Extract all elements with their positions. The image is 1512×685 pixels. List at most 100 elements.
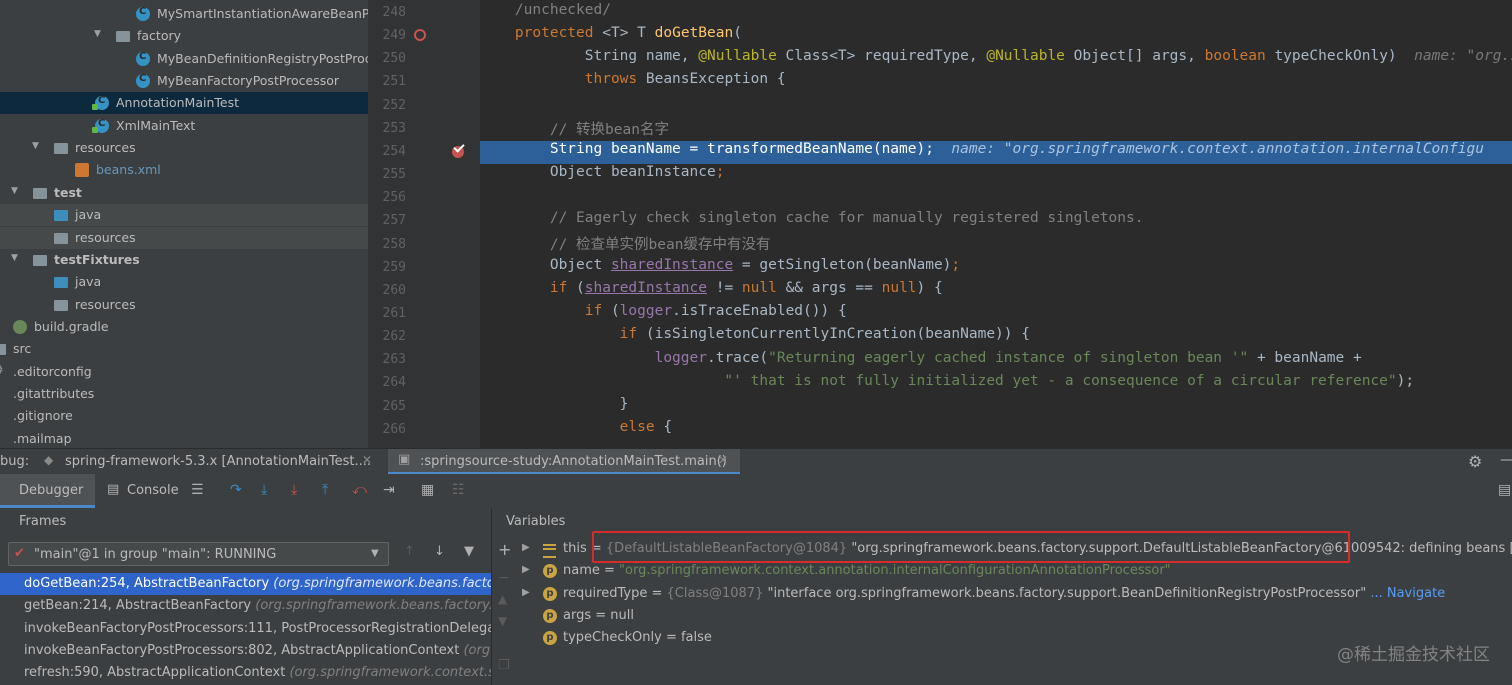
chevron-down-icon[interactable]: ▼ bbox=[11, 253, 23, 263]
code-line-249[interactable]: protected <T> T doGetBean( bbox=[480, 25, 1512, 48]
folder-icon bbox=[0, 344, 6, 356]
run-to-cursor-icon[interactable]: ⇥ bbox=[383, 482, 395, 498]
parameter-icon: p bbox=[543, 608, 557, 623]
chevron-down-icon[interactable]: ▼ bbox=[32, 141, 44, 151]
code-line-250[interactable]: String name, @Nullable Class<T> required… bbox=[480, 48, 1512, 71]
variable-name: args bbox=[563, 607, 592, 623]
tree-item[interactable]: .gitignore bbox=[0, 405, 368, 427]
config-icon: ⚙ bbox=[0, 363, 6, 378]
stack-frame[interactable]: getBean:214, AbstractBeanFactory (org.sp… bbox=[0, 595, 491, 617]
tree-item-label: build.gradle bbox=[34, 318, 109, 334]
variable-row[interactable]: p args = null bbox=[492, 606, 1512, 628]
resources-folder-icon bbox=[54, 232, 68, 244]
tree-item[interactable]: src bbox=[0, 338, 368, 360]
tree-item-label: .gitattributes bbox=[13, 385, 95, 401]
tree-item[interactable]: ▼ resources bbox=[0, 137, 368, 159]
code-line-255[interactable]: Object beanInstance; bbox=[480, 164, 1512, 187]
force-step-into-icon[interactable]: ⤓ bbox=[291, 482, 297, 498]
chevron-down-icon[interactable]: ▼ bbox=[11, 186, 23, 196]
tree-item[interactable]: ⚙ .editorconfig bbox=[0, 361, 368, 383]
code-line-263[interactable]: logger.trace("Returning eagerly cached i… bbox=[480, 350, 1512, 373]
tree-item[interactable]: resources bbox=[0, 294, 368, 316]
code-line-264[interactable]: "' that is not fully initialized yet - a… bbox=[480, 373, 1512, 396]
tree-item[interactable]: AnnotationMainTest bbox=[0, 92, 368, 115]
gear-icon[interactable]: ⚙ bbox=[1468, 452, 1482, 471]
tree-item-label: src bbox=[13, 341, 32, 357]
stack-frame[interactable]: doGetBean:254, AbstractBeanFactory (org.… bbox=[0, 573, 491, 595]
tree-item[interactable]: ▼ testFixtures bbox=[0, 249, 368, 271]
tab-annotation-main-test[interactable]: ▣ :springsource-study:AnnotationMainTest… bbox=[388, 449, 740, 475]
code-line-251[interactable]: throws BeansException { bbox=[480, 71, 1512, 94]
stack-frame[interactable]: refresh:590, AbstractApplicationContext … bbox=[0, 662, 491, 684]
tree-item[interactable]: java bbox=[0, 271, 368, 293]
tab-debugger[interactable]: Debugger bbox=[0, 474, 95, 508]
line-number: 250 bbox=[382, 51, 406, 67]
code-line-258[interactable]: // 检查单实例bean缓存中有没有 bbox=[480, 233, 1512, 256]
code-line-259[interactable]: Object sharedInstance = getSingleton(bea… bbox=[480, 257, 1512, 280]
tree-item[interactable]: MyBeanFactoryPostProcessor bbox=[0, 70, 368, 92]
file-icon bbox=[0, 432, 6, 446]
tree-item[interactable]: MyBeanDefinitionRegistryPostProc bbox=[0, 48, 368, 70]
line-number: 259 bbox=[382, 259, 406, 275]
code-line-248[interactable]: /unchecked/ bbox=[480, 2, 1512, 25]
step-over-icon[interactable]: ↷ bbox=[230, 482, 242, 498]
drop-frame-icon[interactable]: ⤺ bbox=[352, 482, 367, 498]
variable-row[interactable]: ▶ p name = "org.springframework.context.an… bbox=[492, 561, 1512, 583]
tree-item[interactable]: .mailmap bbox=[0, 428, 368, 448]
code-line-265[interactable]: } bbox=[480, 396, 1512, 419]
code-line-260[interactable]: if (sharedInstance != null && args == nu… bbox=[480, 280, 1512, 303]
gradle-icon bbox=[13, 319, 27, 334]
thread-selector[interactable]: ✔ "main"@1 in group "main": RUNNING ▼ bbox=[8, 542, 389, 566]
code-line-261[interactable]: if (logger.isTraceEnabled()) { bbox=[480, 303, 1512, 326]
chevron-down-icon[interactable]: ▼ bbox=[94, 29, 106, 39]
copy-icon[interactable]: ❐ bbox=[498, 658, 510, 673]
debugger-toolbar: Debugger ▤ Console ☰ ↷ ⤓ ⤓ ⤒ ⤺ ⇥ ▦ ☷ ▤ bbox=[0, 474, 1512, 509]
tree-item[interactable]: resources bbox=[0, 226, 368, 249]
tab-spring-framework[interactable]: spring-framework-5.3.x [AnnotationMainTe… bbox=[65, 454, 371, 469]
project-tree[interactable]: MySmartInstantiationAwareBeanPc ▼ factory M… bbox=[0, 0, 368, 448]
code-line-266[interactable]: else { bbox=[480, 419, 1512, 442]
tree-item[interactable]: XmlMainText bbox=[0, 115, 368, 137]
stack-frame[interactable]: invokeBeanFactoryPostProcessors:111, Pos… bbox=[0, 618, 491, 640]
step-into-icon[interactable]: ⤓ bbox=[261, 482, 267, 498]
show-execution-point-icon[interactable]: ☰ bbox=[191, 482, 204, 498]
filter-icon[interactable]: ▼ bbox=[464, 544, 474, 559]
step-out-icon[interactable]: ⤒ bbox=[322, 482, 328, 498]
close-icon[interactable]: ✕ bbox=[362, 453, 372, 467]
code-line-262[interactable]: if (isSingletonCurrentlyInCreation(beanN… bbox=[480, 326, 1512, 349]
close-icon[interactable]: ✕ bbox=[718, 453, 728, 467]
stack-frame[interactable]: invokeBeanFactoryPostProcessors:802, Abs… bbox=[0, 640, 491, 662]
evaluate-expression-icon[interactable]: ▦ bbox=[421, 482, 434, 498]
tab-console[interactable]: Console bbox=[127, 483, 179, 498]
code-line-257[interactable]: // Eagerly check singleton cache for man… bbox=[480, 210, 1512, 233]
variable-link[interactable]: ... Navigate bbox=[1366, 586, 1445, 601]
tree-item[interactable]: beans.xml bbox=[0, 159, 368, 181]
layout-icon[interactable]: ▤ bbox=[1498, 482, 1511, 498]
thread-selector-value: "main"@1 in group "main": RUNNING bbox=[34, 547, 277, 562]
tree-item[interactable]: .gitattributes bbox=[0, 383, 368, 405]
expand-arrow-icon[interactable]: ▶ bbox=[522, 587, 530, 598]
stack-frame-package: (org.springframework.context.supp bbox=[289, 665, 491, 681]
variable-row[interactable]: ▶ p requiredType = {Class@1087} "interface… bbox=[492, 584, 1512, 606]
arrow-down-icon[interactable]: ↓ bbox=[434, 544, 445, 559]
method-breakpoint-icon[interactable] bbox=[414, 29, 426, 41]
tree-item[interactable]: java bbox=[0, 204, 368, 227]
tree-item-label: beans.xml bbox=[96, 162, 161, 178]
stack-frame-package: (org.spr bbox=[463, 642, 491, 658]
line-number: 255 bbox=[382, 167, 406, 183]
minimize-icon[interactable]: — bbox=[1500, 452, 1512, 468]
parameter-icon: p bbox=[543, 586, 557, 601]
arrow-up-icon[interactable]: ↑ bbox=[404, 544, 415, 559]
code-line-254-current[interactable]: String beanName = transformedBeanName(na… bbox=[480, 141, 1512, 164]
tree-item[interactable]: ▼ factory bbox=[0, 25, 368, 47]
code-line-253[interactable]: // 转换bean名字 bbox=[480, 118, 1512, 141]
line-number: 265 bbox=[382, 398, 406, 414]
tree-item[interactable]: ▼ test bbox=[0, 182, 368, 204]
tree-item[interactable]: MySmartInstantiationAwareBeanPc bbox=[0, 3, 368, 25]
tree-item[interactable]: build.gradle bbox=[0, 316, 368, 338]
frames-panel: Frames ✔ "main"@1 in group "main": RUNNI… bbox=[0, 508, 492, 685]
trace-icon[interactable]: ☷ bbox=[452, 482, 465, 498]
stack-frame-package: (org.springframework.beans.factory.supp bbox=[255, 598, 491, 614]
expand-arrow-icon[interactable]: ▶ bbox=[522, 542, 530, 553]
expand-arrow-icon[interactable]: ▶ bbox=[522, 564, 530, 575]
